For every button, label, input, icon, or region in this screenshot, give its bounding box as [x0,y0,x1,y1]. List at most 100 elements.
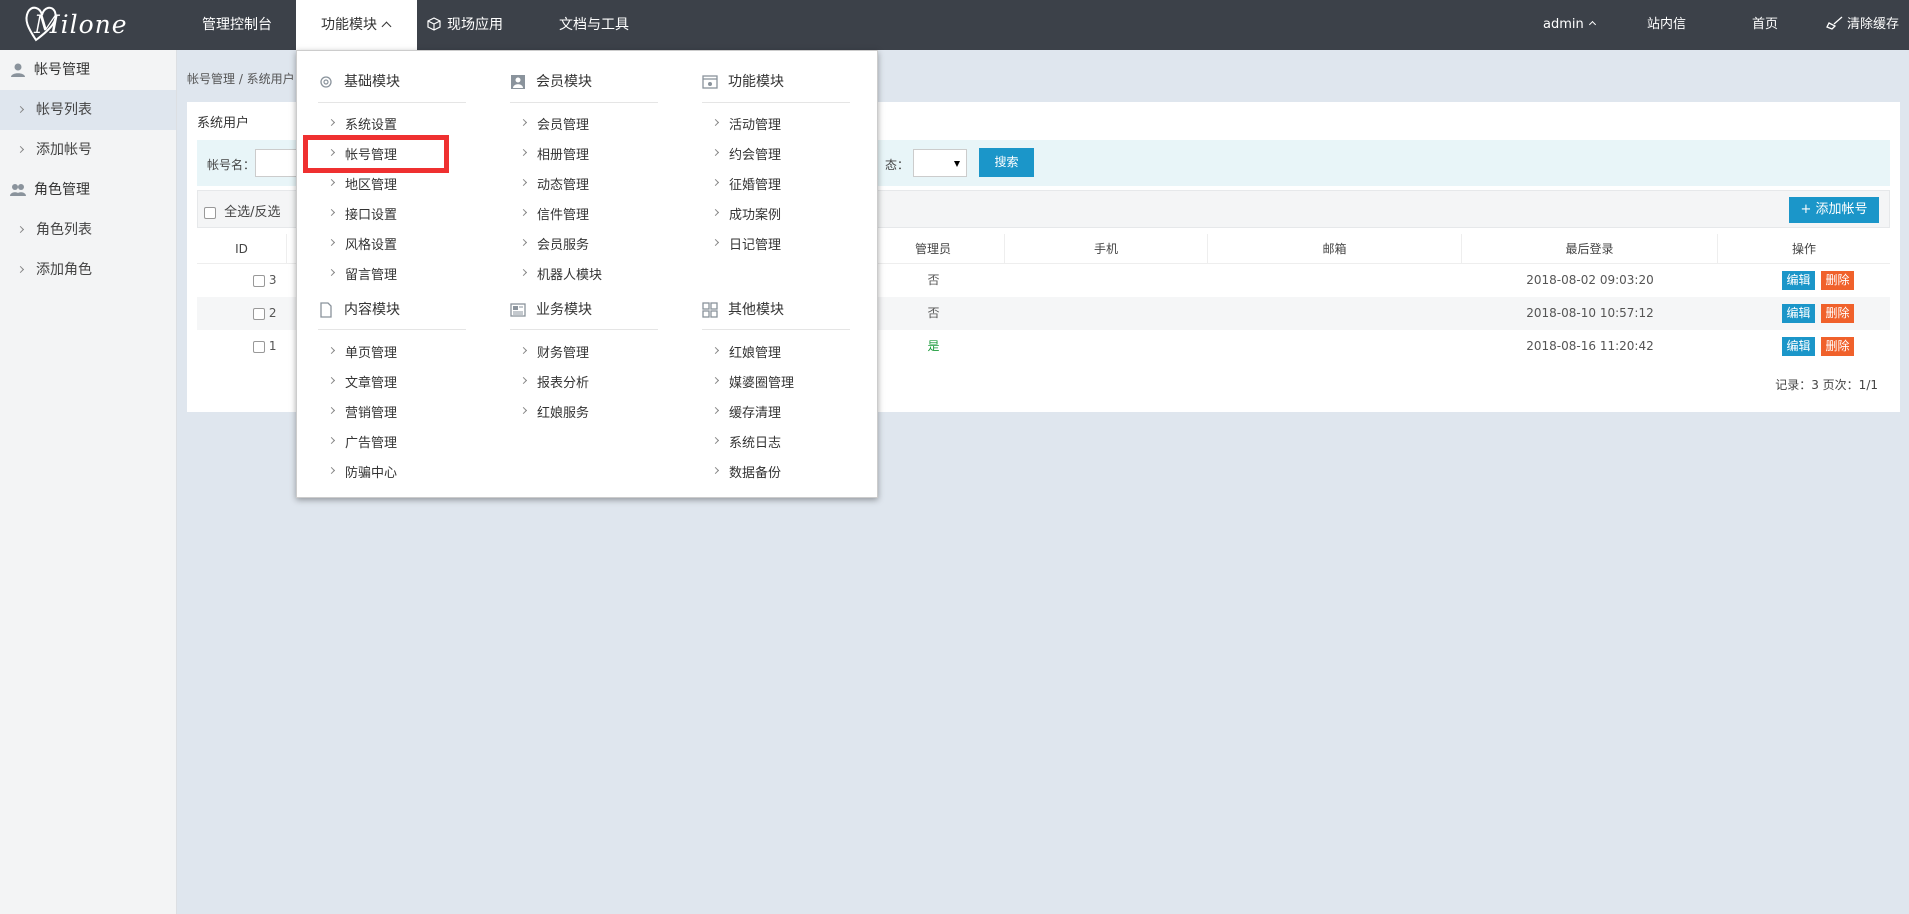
chevron-right-icon [16,265,25,274]
menu-item-date-management[interactable]: 约会管理 [711,144,781,163]
menu-item-ad-management[interactable]: 广告管理 [327,432,397,451]
row-id[interactable]: 1 [253,330,276,363]
chevron-right-icon [711,436,720,445]
menu-item-robot-module[interactable]: 机器人模块 [519,264,602,283]
chevron-up-icon [381,21,392,32]
chevron-right-icon [327,118,336,127]
menu-item-system-log[interactable]: 系统日志 [711,432,781,451]
chevron-right-icon [519,406,528,415]
document-icon [320,302,332,318]
nav-home[interactable]: 首页 [1752,0,1778,50]
chevron-right-icon [327,238,336,247]
status-select[interactable] [913,149,967,177]
divider [510,329,658,330]
divider [318,102,466,103]
chevron-right-icon [711,118,720,127]
nav-function-modules[interactable]: 功能模块 [296,0,417,50]
chevron-right-icon [519,238,528,247]
row-phone [1005,330,1208,363]
nav-messages[interactable]: 站内信 [1647,0,1686,50]
edit-button[interactable]: 编辑 [1782,337,1815,356]
row-checkbox[interactable] [253,307,265,320]
divider [702,102,850,103]
row-id[interactable]: 3 [253,264,276,297]
chevron-right-icon [519,148,528,157]
menu-item-report-analysis[interactable]: 报表分析 [519,372,589,391]
menu-item-cache-clear[interactable]: 缓存清理 [711,402,781,421]
sidebar-item-add-account[interactable]: 添加帐号 [0,130,176,170]
chevron-right-icon [519,346,528,355]
add-account-button[interactable]: + 添加帐号 [1789,197,1879,223]
row-phone [1005,264,1208,297]
chevron-right-icon [711,466,720,475]
chevron-right-icon [711,178,720,187]
chevron-right-icon [711,376,720,385]
user-card-icon [511,75,525,89]
caret-up-icon [1588,20,1596,29]
edit-button[interactable]: 编辑 [1782,304,1815,323]
nav-dashboard[interactable]: 管理控制台 [202,0,272,50]
search-button[interactable]: 搜索 [979,148,1034,177]
users-icon [10,184,26,196]
chevron-right-icon [519,268,528,277]
menu-item-article-management[interactable]: 文章管理 [327,372,397,391]
menu-item-activity-management[interactable]: 活动管理 [711,114,781,133]
delete-button[interactable]: 删除 [1821,271,1854,290]
row-checkbox[interactable] [253,340,265,353]
menu-item-system-settings[interactable]: 系统设置 [327,114,397,133]
menu-item-finance-management[interactable]: 财务管理 [519,342,589,361]
select-all-checkbox[interactable] [204,206,216,219]
delete-button[interactable]: 删除 [1821,304,1854,323]
broom-icon [1826,16,1843,30]
select-all-toggle[interactable]: 全选/反选 [204,201,281,220]
menu-item-matchmaker-circle[interactable]: 媒婆圈管理 [711,372,794,391]
row-last-login: 2018-08-16 11:20:42 [1526,339,1654,353]
panel-title: 系统用户 [197,116,250,131]
chevron-right-icon [519,208,528,217]
top-navbar: Milone 管理控制台 功能模块 现场应用 文档与工具 admin 站内信 首… [0,0,1909,50]
row-id[interactable]: 2 [253,297,276,330]
column-id: ID [197,234,287,264]
nav-docs-tools[interactable]: 文档与工具 [559,0,629,50]
menu-item-diary-management[interactable]: 日记管理 [711,234,781,253]
menu-item-member-service[interactable]: 会员服务 [519,234,589,253]
menu-item-success-stories[interactable]: 成功案例 [711,204,781,223]
menu-item-api-settings[interactable]: 接口设置 [327,204,397,223]
chevron-right-icon [327,466,336,475]
sidebar-item-add-role[interactable]: 添加角色 [0,250,176,290]
menu-item-feed-management[interactable]: 动态管理 [519,174,589,193]
menu-item-page-management[interactable]: 单页管理 [327,342,397,361]
chevron-right-icon [16,145,25,154]
menu-item-matchmaker-service[interactable]: 红娘服务 [519,402,589,421]
chevron-right-icon [16,225,25,234]
menu-item-matchmaker-management[interactable]: 红娘管理 [711,342,781,361]
menu-item-message-management[interactable]: 留言管理 [327,264,397,283]
menu-item-region-management[interactable]: 地区管理 [327,174,397,193]
delete-button[interactable]: 删除 [1821,337,1854,356]
sidebar-item-role-list[interactable]: 角色列表 [0,210,176,250]
nav-field-apps[interactable]: 现场应用 [427,0,503,50]
row-last-login: 2018-08-10 10:57:12 [1526,306,1654,320]
row-checkbox[interactable] [253,274,265,287]
row-email [1208,330,1462,363]
menu-item-style-settings[interactable]: 风格设置 [327,234,397,253]
chevron-right-icon [327,178,336,187]
menu-item-album-management[interactable]: 相册管理 [519,144,589,163]
window-icon [702,75,718,89]
menu-item-marketing-management[interactable]: 营销管理 [327,402,397,421]
user-menu[interactable]: admin [1543,0,1596,50]
edit-button[interactable]: 编辑 [1782,271,1815,290]
menu-item-anti-fraud-center[interactable]: 防骗中心 [327,462,397,481]
chevron-right-icon [327,208,336,217]
chevron-right-icon [519,118,528,127]
column-admin: 管理员 [862,234,1005,264]
sidebar-item-account-list[interactable]: 帐号列表 [0,90,176,130]
menu-item-mail-management[interactable]: 信件管理 [519,204,589,223]
menu-item-matchmaking-management[interactable]: 征婚管理 [711,174,781,193]
chevron-right-icon [711,148,720,157]
menu-item-data-backup[interactable]: 数据备份 [711,462,781,481]
chevron-right-icon [16,105,25,114]
menu-item-member-management[interactable]: 会员管理 [519,114,589,133]
clear-cache-button[interactable]: 清除缓存 [1826,0,1899,50]
function-modules-dropdown: 基础模块 系统设置 帐号管理 地区管理 接口设置 风格设置 留言管理 会员模块 … [296,50,878,498]
